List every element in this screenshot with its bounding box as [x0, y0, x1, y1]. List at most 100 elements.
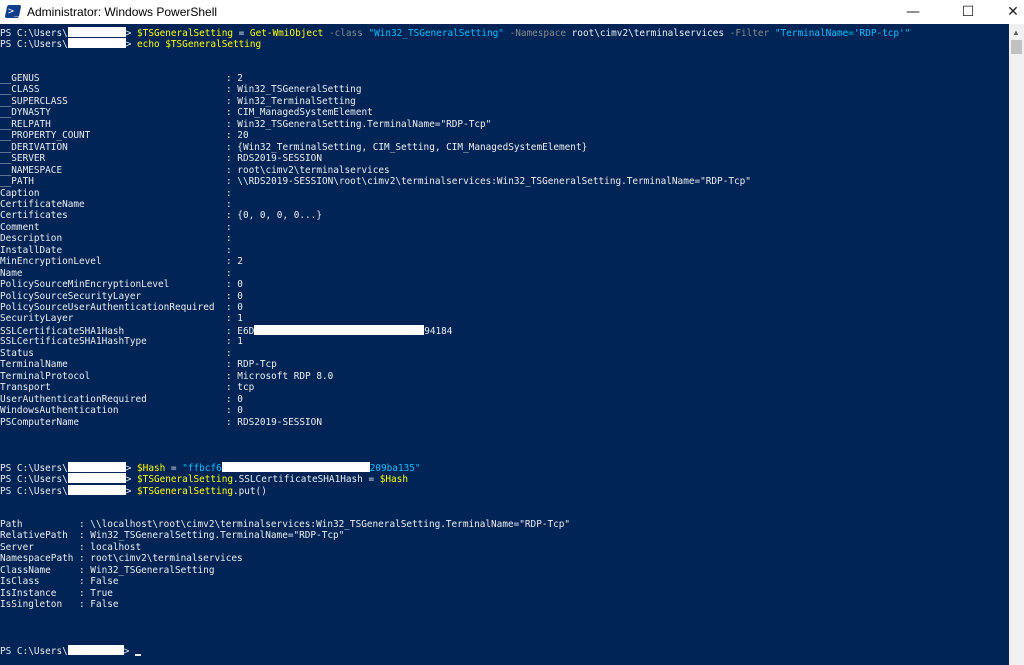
property-row: WindowsAuthentication: 0 — [0, 405, 243, 417]
property-row: Comment: — [0, 221, 238, 233]
property-name: CertificateName — [0, 198, 85, 210]
property-row: SSLCertificateSHA1HashType: 1 — [0, 336, 243, 348]
property-value: 20 — [237, 130, 249, 142]
property-row: PolicySourceMinEncryptionLevel: 0 — [0, 279, 243, 291]
result-value: \\localhost\root\cimv2\terminalservices:… — [90, 519, 571, 530]
property-name: __PROPERTY_COUNT — [0, 130, 91, 142]
result-row: ClassName: Win32_TSGeneralSetting — [0, 564, 215, 576]
property-name: __NAMESPACE — [0, 164, 63, 176]
property-name: Comment — [0, 221, 40, 233]
minimize-button[interactable]: — — [890, 0, 936, 24]
result-name: Server — [0, 541, 34, 553]
property-value: {Win32_TerminalSetting, CIM_Setting, CIM… — [237, 141, 588, 153]
result-row: NamespacePath: root\cimv2\terminalservic… — [0, 553, 243, 565]
redacted-username — [67, 38, 126, 49]
console-output[interactable]: PS C:\Users\ > $TSGeneralSetting = Get-Wm… — [0, 24, 1009, 665]
result-value: False — [90, 599, 119, 611]
property-row: PolicySourceSecurityLayer: 0 — [0, 290, 243, 302]
property-name: PolicySourceMinEncryptionLevel — [0, 279, 170, 291]
property-name: InstallDate — [0, 244, 63, 256]
property-row: PolicySourceUserAuthenticationRequired: … — [0, 302, 243, 313]
property-row: Caption: — [0, 187, 238, 199]
property-name: Caption — [0, 187, 40, 199]
property-row: MinEncryptionLevel: 2 — [0, 256, 243, 268]
property-value: RDS2019-SESSION — [237, 416, 322, 428]
result-name: NamespacePath — [0, 553, 74, 565]
vertical-scrollbar[interactable] — [1009, 24, 1024, 665]
property-value: Win32_TerminalSetting — [237, 95, 356, 107]
result-name: IsSingleton — [0, 599, 63, 611]
maximize-button[interactable]: ☐ — [945, 0, 991, 24]
scroll-up-arrow-icon[interactable]: ▲ — [1012, 28, 1020, 37]
result-name: ClassName — [0, 564, 51, 576]
property-name: Status — [0, 347, 34, 359]
property-row: TerminalName: RDP-Tcp — [0, 359, 277, 371]
property-name: __GENUS — [0, 73, 40, 84]
property-name: Transport — [0, 382, 51, 394]
redacted-hash — [254, 324, 425, 335]
result-value: Win32_TSGeneralSetting — [90, 564, 215, 576]
result-value: root\cimv2\terminalservices — [90, 553, 243, 565]
property-value: 2 — [237, 73, 243, 84]
property-name: __CLASS — [0, 84, 40, 96]
result-value: True — [90, 587, 113, 599]
current-prompt[interactable]: PS C:\Users\ > — [0, 645, 142, 657]
prompt-text: PS C:\Users\ — [0, 28, 68, 39]
property-row: __PROPERTY_COUNT: 20 — [0, 130, 249, 142]
property-name: SSLCertificateSHA1HashType — [0, 336, 147, 348]
property-value: Win32_TSGeneralSetting.TerminalName="RDP… — [237, 118, 492, 130]
redacted-username — [67, 645, 124, 655]
property-name: TerminalProtocol — [0, 370, 91, 382]
property-value: 0 — [237, 302, 243, 313]
redacted-hash — [221, 462, 370, 472]
property-value: {0, 0, 0, 0...} — [237, 210, 322, 222]
property-value: 0 — [237, 405, 243, 417]
property-name: __SERVER — [0, 153, 46, 165]
property-name: __DERIVATION — [0, 141, 68, 153]
property-value: tcp — [237, 382, 255, 394]
property-name: Name — [0, 267, 23, 279]
property-name: PSComputerName — [0, 416, 80, 428]
property-value: RDS2019-SESSION — [237, 153, 322, 165]
result-row: RelativePath: Win32_TSGeneralSetting.Ter… — [0, 530, 345, 542]
result-row: Server: localhost — [0, 541, 142, 553]
property-value: 2 — [237, 256, 243, 268]
result-value: False — [90, 576, 119, 588]
property-row: __RELPATH: Win32_TSGeneralSetting.Termin… — [0, 118, 492, 130]
property-value: E6D — [237, 325, 255, 337]
property-row: __DERIVATION: {Win32_TerminalSetting, CI… — [0, 141, 588, 153]
result-row: IsInstance: True — [0, 587, 113, 599]
property-row: InstallDate: — [0, 244, 238, 256]
property-row: Certificates: {0, 0, 0, 0...} — [0, 210, 322, 222]
text-cursor — [135, 654, 142, 656]
result-row: IsClass: False — [0, 576, 119, 588]
result-name: Path — [0, 519, 23, 530]
property-name: TerminalName — [0, 359, 68, 371]
property-name: __PATH — [0, 176, 34, 188]
property-row: __PATH: \\RDS2019-SESSION\root\cimv2\ter… — [0, 176, 751, 188]
redacted-username — [67, 473, 126, 484]
window-title: Administrator: Windows PowerShell — [27, 5, 218, 19]
property-name: SecurityLayer — [0, 313, 74, 325]
powershell-icon: >_ — [4, 5, 22, 18]
property-value: CIM_ManagedSystemElement — [237, 107, 373, 119]
property-row: TerminalProtocol: Microsoft RDP 8.0 — [0, 370, 334, 382]
property-row: Status: — [0, 347, 238, 359]
result-row: Path: \\localhost\root\cimv2\terminalser… — [0, 519, 571, 530]
property-value: Microsoft RDP 8.0 — [237, 370, 334, 382]
close-button[interactable]: ✕ — [990, 0, 1024, 24]
redacted-username — [67, 462, 126, 472]
redacted-username — [67, 27, 126, 37]
result-value: Win32_TSGeneralSetting.TerminalName="RDP… — [90, 530, 345, 542]
command-line: PS C:\Users\ > $TSGeneralSetting.put() — [0, 484, 267, 497]
property-name: MinEncryptionLevel — [0, 256, 102, 268]
property-value: \\RDS2019-SESSION\root\cimv2\terminalser… — [237, 176, 751, 188]
result-name: RelativePath — [0, 530, 68, 542]
scrollbar-thumb[interactable] — [1011, 40, 1022, 54]
property-row: UserAuthenticationRequired: 0 — [0, 393, 243, 405]
result-value: localhost — [90, 541, 142, 553]
property-row: __NAMESPACE: root\cimv2\terminalservices — [0, 164, 390, 176]
property-value: 1 — [237, 336, 243, 348]
property-row: __GENUS: 2 — [0, 73, 243, 84]
property-row: SecurityLayer: 1 — [0, 313, 243, 325]
